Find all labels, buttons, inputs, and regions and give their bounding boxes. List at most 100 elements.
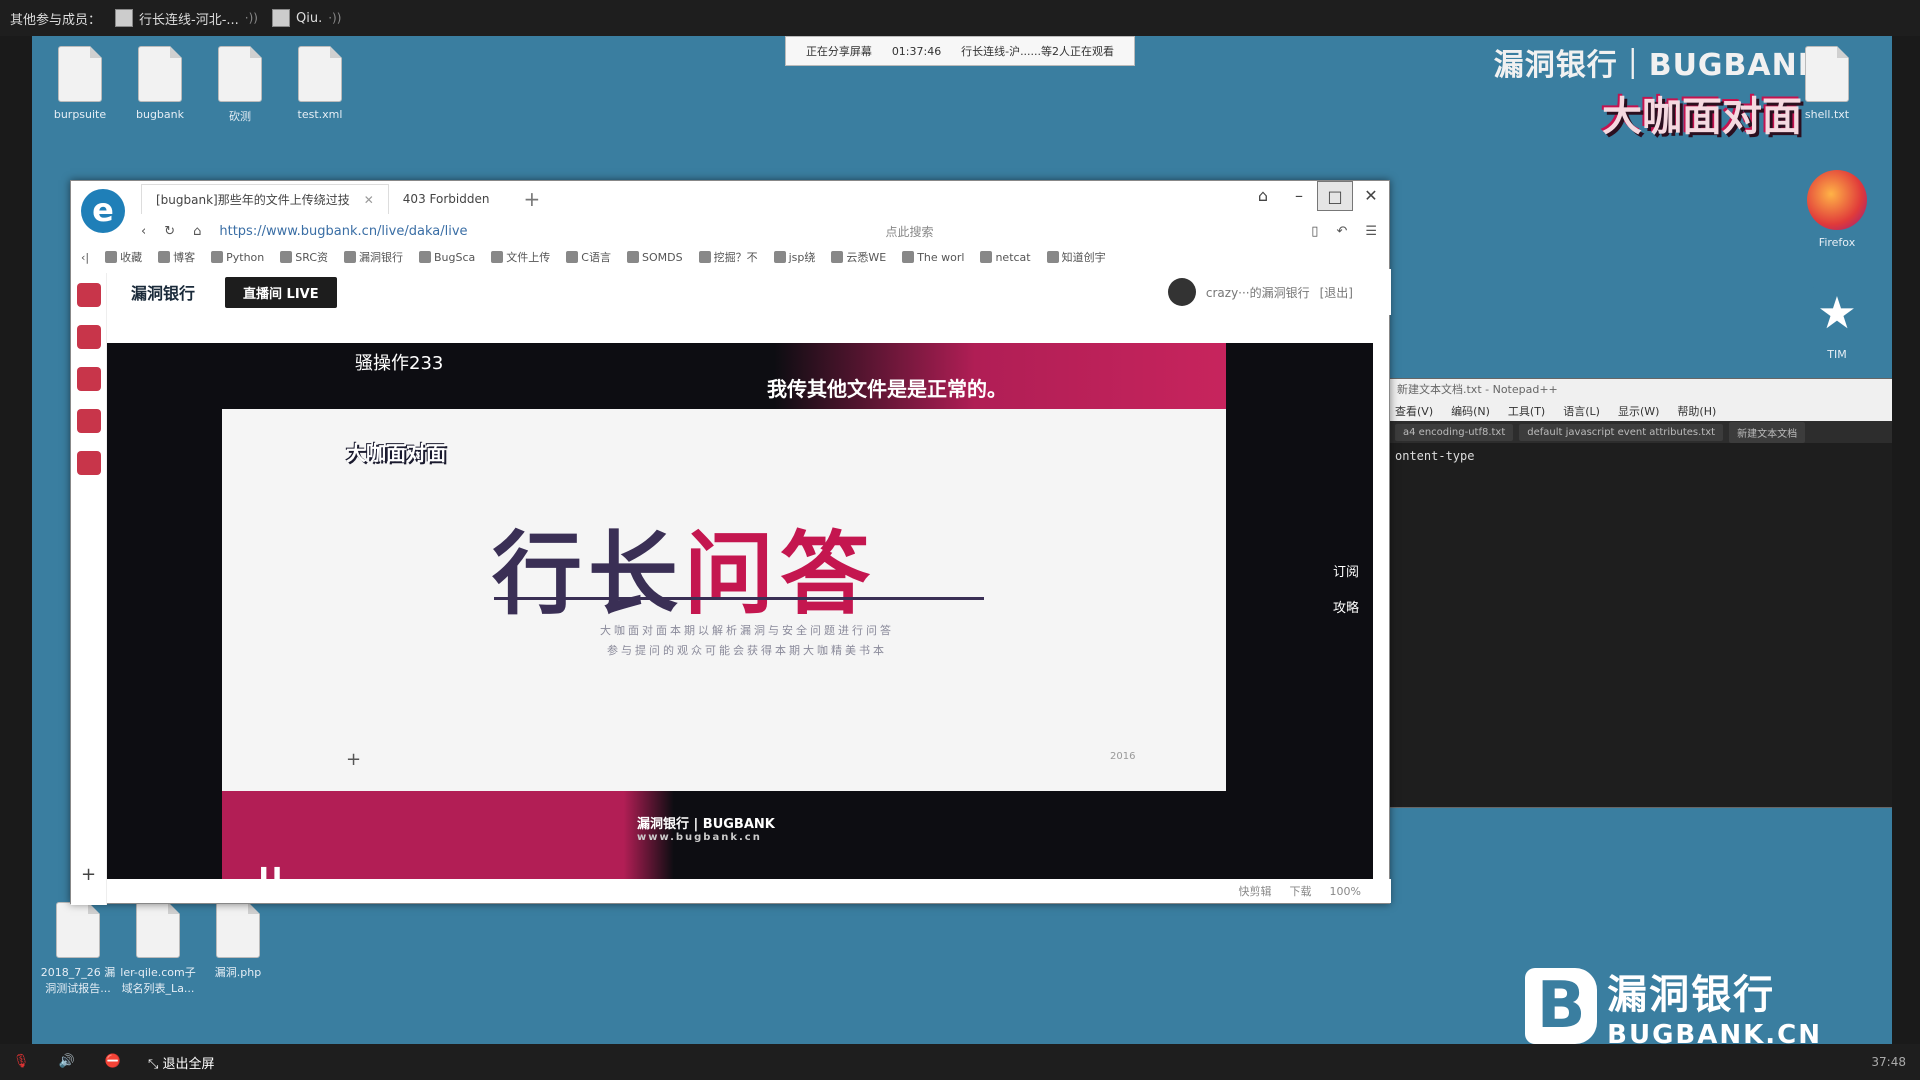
sidebar-app-icon[interactable] [76,283,101,307]
notepad-menu: 查看(V) 编码(N) 工具(T) 语言(L) 显示(W) 帮助(H) [1389,401,1892,421]
mic-muted-icon[interactable]: 🎙 [10,1051,32,1073]
notepad-window[interactable]: 新建文本文档.txt - Notepad++ 查看(V) 编码(N) 工具(T)… [1388,378,1892,808]
bookmark-item[interactable]: 知道创宇 [1046,249,1106,265]
php-file-icon [216,902,260,958]
guide-button[interactable]: 攻略 [1333,597,1359,616]
desktop-icon-firefox[interactable]: Firefox [1802,170,1872,249]
bookmark-item[interactable]: 博客 [158,249,195,265]
desktop-icon-bugbank[interactable]: bugbank [120,46,200,121]
browser-tab-active[interactable]: [bugbank]那些年的文件上传绕过技 ✕ [141,184,389,214]
desktop-icon-report[interactable]: 2018_7_26 漏洞测试报告... [38,902,118,996]
camera-off-icon[interactable]: ⛔ [102,1051,124,1073]
file-icon [298,46,342,102]
bookmark-favicon-icon [566,251,579,263]
browser-status-bar: 快剪辑 下载 100% [107,879,1391,903]
speaker-icon[interactable]: 🔊 [56,1051,78,1073]
avatar[interactable] [1167,278,1196,306]
notepad-content[interactable]: ontent-type [1389,443,1892,469]
bookmark-item[interactable]: SRC资 [280,249,328,265]
bookmark-item[interactable]: C语言 [566,249,611,265]
bookmark-favicon-icon [158,251,171,263]
notepad-tab[interactable]: 新建文本文档 [1729,421,1806,443]
desktop-icon-testxml[interactable]: test.xml [280,46,360,121]
site-logo[interactable]: 漏洞银行 [131,280,195,304]
slide-underline [494,597,984,600]
sidebar-app-icon[interactable] [76,409,101,433]
site-header: 漏洞银行 直播间 LIVE crazy···的漏洞银行 [退出] [107,269,1391,315]
close-window-button[interactable]: ✕ [1353,181,1389,211]
undo-icon[interactable]: ↶ [1336,224,1347,239]
desktop: 正在分享屏幕 01:37:46 行长连线-沪......等2人正在观看 漏洞银行… [32,36,1892,1044]
new-tab-button[interactable]: + [503,187,540,211]
bookmark-item[interactable]: SOMDS [626,251,683,264]
desktop-icon-php[interactable]: 漏洞.php [198,902,278,980]
audio-wave-icon: ·)) [328,11,342,25]
bookmarks-bar: ‹| 收藏 博客 Python SRC资 漏洞银行 BugSca 文件上传 C语… [81,245,1381,269]
bookmark-icon[interactable]: ▯ [1311,224,1318,239]
notepad-tab[interactable]: a4 encoding-utf8.txt [1395,423,1514,441]
refresh-icon[interactable]: ↻ [164,224,175,239]
back-icon[interactable]: ‹ [141,224,146,239]
weibo-icon[interactable] [76,367,101,391]
exit-fullscreen-button[interactable]: ⤡ 退出全屏 [148,1053,215,1072]
desktop-icon-label: ler-qile.com子域名列表_La... [120,966,196,995]
bookmark-item[interactable]: 漏洞银行 [344,249,403,265]
bookmark-favicon-icon [280,251,293,263]
menu-encoding[interactable]: 编码(N) [1451,403,1490,419]
menu-tools[interactable]: 工具(T) [1508,403,1545,419]
bookmark-item[interactable]: BugSca [419,251,475,264]
member-item[interactable]: 行长连线-河北-... ·)) [115,9,258,28]
user-name[interactable]: crazy···的漏洞银行 [1206,284,1310,301]
menu-icon[interactable]: ☰ [1365,224,1377,239]
quick-clip-button[interactable]: 快剪辑 [1239,883,1272,899]
menu-language[interactable]: 语言(L) [1563,403,1600,419]
live-room-button[interactable]: 直播间 LIVE [225,276,337,308]
member-item[interactable]: Qiu. ·)) [271,9,342,27]
file-icon [58,46,102,102]
github-icon [902,251,915,263]
bookmark-item[interactable]: 云悉WE [831,249,886,265]
menu-help[interactable]: 帮助(H) [1677,403,1716,419]
menu-view[interactable]: 查看(V) [1395,403,1433,419]
maximize-button[interactable]: □ [1317,181,1353,211]
bookmark-item[interactable]: netcat [980,251,1031,264]
browser-logo-icon[interactable]: e [81,189,125,233]
bookmark-item[interactable]: 收藏 [105,249,142,265]
logout-link[interactable]: [退出] [1320,284,1353,301]
shirt-icon[interactable]: ⌂ [1245,181,1281,211]
bookmark-item[interactable]: Python [211,251,264,264]
brand-watermark-top: 漏洞银行｜BUGBANK [1493,48,1822,83]
close-icon[interactable]: ✕ [364,193,374,207]
minimize-button[interactable]: – [1281,181,1317,211]
bookmark-item[interactable]: jsp绕 [773,249,815,265]
home-icon[interactable]: ⌂ [193,224,201,239]
menu-display[interactable]: 显示(W) [1618,403,1659,419]
brand-watermark-bottom: B 漏洞银行 BUGBANK.CN [1525,962,1822,1044]
sidebar-app-icon[interactable] [76,451,101,475]
desktop-icon-shell[interactable]: shell.txt [1792,46,1862,121]
bookmark-item[interactable]: 挖掘？不 [698,249,758,265]
add-icon[interactable]: + [81,864,96,885]
subscribe-button[interactable]: 订阅 [1333,561,1359,580]
bookmark-item[interactable]: The worl [902,251,964,264]
desktop-icon-test[interactable]: 砍测 [200,46,280,124]
share-timer: 01:37:46 [891,44,942,58]
desktop-icon-burpsuite[interactable]: burpsuite [40,46,120,121]
notepad-tab[interactable]: default javascript event attributes.txt [1519,423,1724,441]
bookmark-item[interactable]: 文件上传 [491,249,550,265]
search-box[interactable]: 点此搜索 [886,223,934,240]
sidebar-app-icon[interactable] [76,325,101,349]
desktop-icon-tim[interactable]: ★ TIM [1802,286,1872,361]
download-button[interactable]: 下载 [1290,883,1312,899]
address-bar[interactable]: https://www.bugbank.cn/live/daka/live [219,224,467,239]
desktop-icon-label: Firefox [1818,236,1856,249]
browser-tab[interactable]: 403 Forbidden [389,184,504,214]
desktop-icon-subdomains[interactable]: ler-qile.com子域名列表_La... [118,902,198,996]
desktop-icon-label: burpsuite [53,108,107,121]
live-video-player[interactable]: 骚操作233 我传其他文件是是正常的。 大咖面对面 行长问答 大咖面对面本期以解… [107,343,1373,881]
bookmark-collapse-icon[interactable]: ‹| [81,251,89,264]
zoom-level[interactable]: 100% [1330,885,1361,898]
browser-window[interactable]: e [bugbank]那些年的文件上传绕过技 ✕ 403 Forbidden +… [70,180,1391,905]
desktop-icon-label: 砍测 [229,110,251,123]
desktop-icon-label: bugbank [135,108,184,121]
